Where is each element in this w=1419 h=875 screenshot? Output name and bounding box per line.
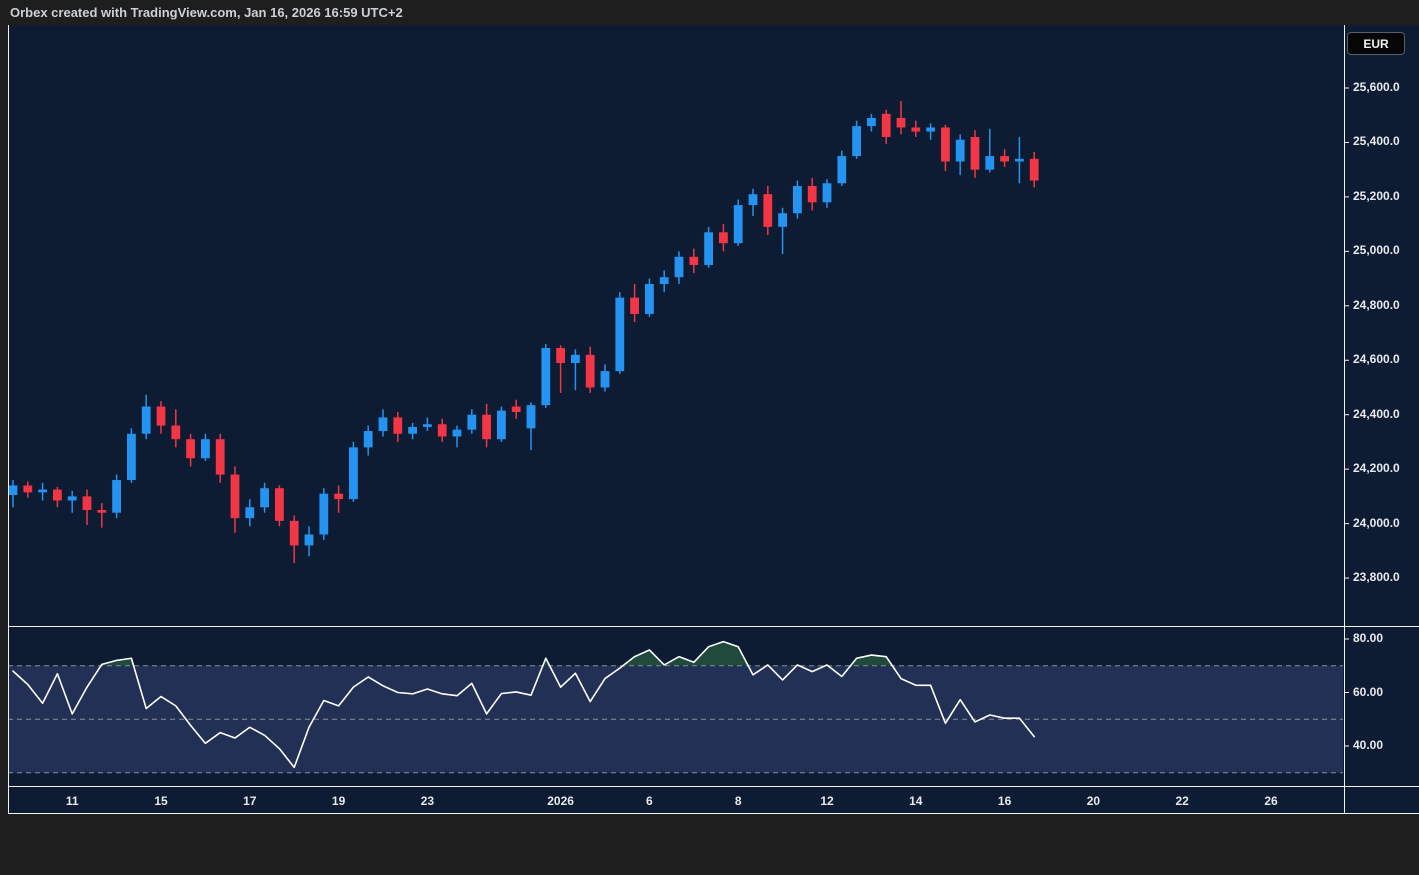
candle-body: [142, 407, 151, 434]
candle-body: [852, 126, 861, 156]
candle-body: [349, 447, 358, 499]
candle-body: [556, 348, 565, 363]
candle-body: [956, 140, 965, 162]
time-axis-label: 11: [50, 794, 94, 808]
candle-body: [393, 417, 402, 433]
candle-body: [364, 431, 373, 447]
candle-body: [497, 411, 506, 440]
candle-body: [615, 298, 624, 372]
candle-body: [704, 232, 713, 265]
time-axis-label: 26: [1249, 794, 1293, 808]
candle-body: [438, 424, 447, 436]
candle-body: [157, 407, 166, 426]
candle-body: [68, 496, 77, 500]
candle-body: [808, 186, 817, 202]
candle-body: [379, 417, 388, 431]
candle-body: [882, 114, 891, 137]
candle-body: [689, 257, 698, 265]
candle-body: [571, 355, 580, 363]
candle-body: [926, 127, 935, 131]
candle-body: [23, 485, 32, 492]
candle-body: [53, 490, 62, 501]
candle-body: [660, 277, 669, 284]
candle-body: [867, 118, 876, 126]
candle-body: [260, 488, 269, 507]
rsi-axis-label: 80.00: [1353, 631, 1383, 645]
rsi-axis-label: 60.00: [1353, 685, 1383, 699]
candle-body: [245, 507, 254, 518]
candle-body: [601, 371, 610, 387]
candle-body: [467, 415, 476, 430]
candle-body: [186, 439, 195, 458]
candle-body: [793, 186, 802, 213]
candle-body: [941, 127, 950, 161]
candle-body: [408, 427, 417, 434]
footer-bar: TradingView: [0, 815, 1419, 875]
rsi-axis-label: 40.00: [1353, 738, 1383, 752]
time-axis-label: 23: [405, 794, 449, 808]
candle-body: [1030, 159, 1039, 181]
candle-body: [541, 348, 550, 405]
candle-body: [897, 118, 906, 128]
candle-body: [763, 194, 772, 227]
time-axis-label: 6: [627, 794, 671, 808]
candle-body: [512, 407, 521, 412]
candle-body: [675, 257, 684, 277]
candle-body: [231, 475, 240, 519]
time-axis-label: 20: [1071, 794, 1115, 808]
price-chart-canvas[interactable]: [0, 0, 1419, 875]
candle-body: [453, 430, 462, 437]
candle-body: [83, 496, 92, 510]
candle-body: [9, 485, 18, 495]
time-axis[interactable]: [8, 788, 1343, 814]
time-axis-label: 17: [228, 794, 272, 808]
candle-body: [985, 156, 994, 170]
candle-body: [482, 415, 491, 440]
time-axis-label: 22: [1160, 794, 1204, 808]
candle-body: [630, 298, 639, 314]
candle-body: [1015, 159, 1024, 162]
candle-body: [734, 205, 743, 243]
time-axis-label: 15: [139, 794, 183, 808]
candle-body: [201, 439, 210, 458]
tradingview-chart-window: Orbex created with TradingView.com, Jan …: [0, 0, 1419, 875]
candle-body: [823, 183, 832, 202]
time-axis-label: 12: [805, 794, 849, 808]
currency-button[interactable]: EUR: [1347, 32, 1405, 55]
candle-body: [971, 137, 980, 170]
candle-body: [305, 534, 314, 545]
candle-body: [216, 439, 225, 474]
candle-body: [911, 127, 920, 131]
time-axis-label: 16: [983, 794, 1027, 808]
rsi-axis[interactable]: 80.00 60.00 40.00: [1345, 25, 1419, 814]
candle-body: [645, 284, 654, 314]
candle-body: [423, 424, 432, 427]
candle-body: [127, 434, 136, 480]
time-axis-label: 2026: [539, 794, 583, 808]
candle-body: [719, 232, 728, 243]
candle-body: [778, 213, 787, 227]
candle-body: [112, 480, 121, 513]
candle-body: [586, 355, 595, 388]
candle-body: [837, 156, 846, 183]
candle-body: [527, 405, 536, 428]
candle-body: [1000, 156, 1009, 161]
candle-body: [334, 494, 343, 499]
candle-body: [290, 521, 299, 546]
time-axis-label: 8: [716, 794, 760, 808]
candle-body: [275, 488, 284, 521]
candle-body: [171, 426, 180, 440]
candle-body: [749, 194, 758, 205]
time-axis-label: 19: [317, 794, 361, 808]
time-axis-label: 14: [894, 794, 938, 808]
candle-body: [38, 490, 47, 493]
candle-body: [97, 510, 106, 513]
candle-body: [319, 494, 328, 535]
